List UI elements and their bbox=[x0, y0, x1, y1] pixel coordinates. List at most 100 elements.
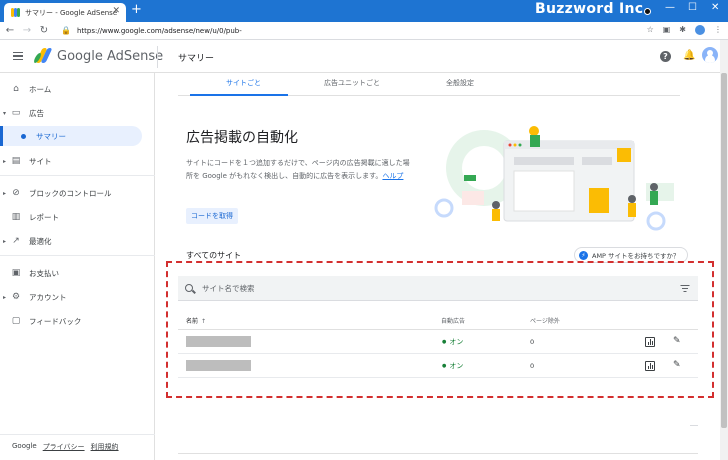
back-icon[interactable]: ← bbox=[3, 25, 17, 36]
get-code-button[interactable]: コードを取得 bbox=[186, 208, 238, 224]
profile-dot-icon bbox=[644, 8, 651, 15]
browser-tab[interactable]: サマリー - Google AdSense ✕ bbox=[4, 3, 126, 22]
person-icon bbox=[492, 201, 500, 209]
footer-google: Google bbox=[12, 442, 37, 450]
gear-icon: ⚙ bbox=[11, 292, 21, 302]
sidebar-item-account[interactable]: ▸ ⚙ アカウント bbox=[0, 287, 155, 307]
puzzle-icon[interactable]: ✱ bbox=[679, 25, 686, 35]
edit-pencil-icon[interactable]: ✎ bbox=[673, 360, 681, 370]
block-icon: ⊘ bbox=[12, 188, 20, 198]
hero-title: 広告掲載の自動化 bbox=[186, 130, 298, 146]
hero-description-text: サイトにコードを１つ追加するだけで、ページ内の広告掲載に適した場所を Googl… bbox=[186, 159, 410, 180]
sidebar-item-feedback[interactable]: ▢ フィードバック bbox=[0, 311, 155, 331]
bell-icon[interactable]: 🔔 bbox=[683, 50, 695, 61]
auto-ads-status: オン bbox=[442, 361, 463, 371]
active-tab-indicator bbox=[190, 94, 288, 96]
caret-down-icon: ▾ bbox=[3, 109, 7, 117]
sidebar-item-summary[interactable]: サマリー bbox=[0, 126, 142, 146]
search-icon bbox=[185, 284, 193, 292]
hamburger-menu-icon[interactable] bbox=[13, 52, 23, 60]
terms-link[interactable]: 利用規約 bbox=[91, 442, 119, 452]
feedback-icon: ▢ bbox=[11, 316, 21, 326]
column-auto-ads-header: 自動広告 bbox=[441, 318, 466, 325]
sidebar-item-label: 最適化 bbox=[29, 236, 52, 246]
help-link[interactable]: ヘルプ bbox=[382, 172, 403, 180]
person-icon bbox=[650, 183, 658, 191]
sidebar-item-blocking[interactable]: ▸ ⊘ ブロックのコントロール bbox=[0, 183, 155, 203]
sidebar-item-sites[interactable]: ▸ ▤ サイト bbox=[0, 151, 155, 171]
page-title: サマリー bbox=[178, 54, 215, 64]
lock-icon: 🔒 bbox=[61, 26, 71, 35]
site-search-input[interactable] bbox=[202, 280, 602, 297]
table-header: 名前 ↑ 自動広告 ページ除外 bbox=[178, 308, 698, 330]
star-icon[interactable]: ☆ bbox=[647, 25, 654, 35]
user-avatar[interactable] bbox=[702, 47, 718, 63]
report-chart-icon[interactable] bbox=[645, 361, 655, 371]
sidebar-item-ads[interactable]: ▾ ▭ 広告 bbox=[0, 103, 155, 123]
redacted-site-name bbox=[186, 360, 251, 371]
sidebar-item-label: レポート bbox=[29, 212, 59, 222]
all-sites-heading: すべてのサイト bbox=[186, 251, 242, 260]
menu-dots-icon[interactable]: ⋮ bbox=[714, 25, 722, 35]
extension-icon[interactable]: ▣ bbox=[663, 25, 671, 35]
redacted-site-name bbox=[186, 336, 251, 347]
caret-right-icon: ▸ bbox=[3, 293, 7, 301]
sidebar-item-label: アカウント bbox=[29, 292, 67, 302]
divider bbox=[690, 425, 698, 426]
sidebar-divider bbox=[0, 255, 155, 256]
sidebar-item-reports[interactable]: ▥ レポート bbox=[0, 207, 155, 227]
forward-icon[interactable]: → bbox=[20, 25, 34, 36]
auto-ads-illustration bbox=[434, 126, 674, 231]
sidebar-item-optimization[interactable]: ▸ ↗ 最適化 bbox=[0, 231, 155, 251]
tab-close-icon[interactable]: ✕ bbox=[112, 6, 120, 16]
active-indicator bbox=[0, 126, 3, 146]
sidebar-item-label: お支払い bbox=[29, 268, 59, 278]
adsense-logo bbox=[32, 48, 53, 63]
close-window-icon[interactable]: ✕ bbox=[711, 2, 719, 13]
column-name-header[interactable]: 名前 ↑ bbox=[186, 316, 206, 325]
page-scrollbar[interactable]: ▲ bbox=[720, 40, 728, 460]
ad-card-icon bbox=[462, 191, 484, 205]
header-divider bbox=[157, 46, 158, 68]
tab-general-settings[interactable]: 全般設定 bbox=[446, 78, 474, 88]
app-header: Google AdSense サマリー ? 🔔 bbox=[0, 40, 720, 73]
table-row: オン 0 ✎ bbox=[178, 354, 698, 378]
new-tab-icon[interactable]: + bbox=[131, 3, 142, 17]
product-name: Google AdSense bbox=[57, 49, 164, 64]
privacy-link[interactable]: プライバシー bbox=[43, 442, 85, 452]
edit-pencil-icon[interactable]: ✎ bbox=[673, 336, 681, 346]
small-gear-icon bbox=[646, 211, 666, 231]
brand-watermark: Buzzword Inc. bbox=[535, 1, 649, 17]
sidebar-item-payments[interactable]: ▣ お支払い bbox=[0, 263, 155, 283]
column-page-exclusions-header: ページ除外 bbox=[530, 318, 560, 325]
sidebar-item-label: フィードバック bbox=[29, 316, 82, 326]
table-row: オン 0 ✎ bbox=[178, 330, 698, 354]
help-icon[interactable]: ? bbox=[660, 51, 671, 62]
page-exclusions-count: 0 bbox=[530, 338, 535, 346]
tab-by-ad-unit[interactable]: 広告ユニットごと bbox=[324, 78, 380, 88]
site-search-bar bbox=[178, 276, 698, 301]
reload-icon[interactable]: ↻ bbox=[37, 25, 51, 36]
sidebar-footer-divider bbox=[0, 434, 155, 435]
adsense-favicon bbox=[11, 8, 20, 17]
tab-bar: サイトごと 広告ユニットごと 全般設定 bbox=[178, 73, 680, 96]
browser-avatar[interactable] bbox=[695, 25, 705, 35]
amp-chip-label: AMP サイトをお持ちですか？ bbox=[592, 252, 680, 260]
person-icon bbox=[628, 195, 636, 203]
scroll-thumb[interactable] bbox=[721, 73, 727, 428]
sidebar-item-home[interactable]: ⌂ ホーム bbox=[0, 79, 155, 99]
sidebar-footer: Google プライバシー 利用規約 bbox=[12, 442, 119, 452]
address-bar: ← → ↻ 🔒 https://www.google.com/adsense/n… bbox=[0, 22, 728, 40]
small-gear-icon bbox=[434, 198, 454, 218]
home-icon: ⌂ bbox=[13, 84, 19, 94]
caret-right-icon: ▸ bbox=[3, 157, 7, 165]
maximize-icon[interactable]: ☐ bbox=[688, 2, 697, 13]
minimize-icon[interactable]: — bbox=[665, 2, 675, 13]
filter-icon[interactable] bbox=[680, 285, 689, 293]
report-chart-icon[interactable] bbox=[645, 337, 655, 347]
sites-icon: ▤ bbox=[11, 156, 21, 166]
url-field[interactable]: https://www.google.com/adsense/new/u/0/p… bbox=[77, 27, 242, 35]
tab-by-site[interactable]: サイトごと bbox=[226, 78, 261, 88]
sidebar-item-label: サイト bbox=[29, 156, 52, 166]
sidebar-item-label: 広告 bbox=[29, 108, 44, 118]
